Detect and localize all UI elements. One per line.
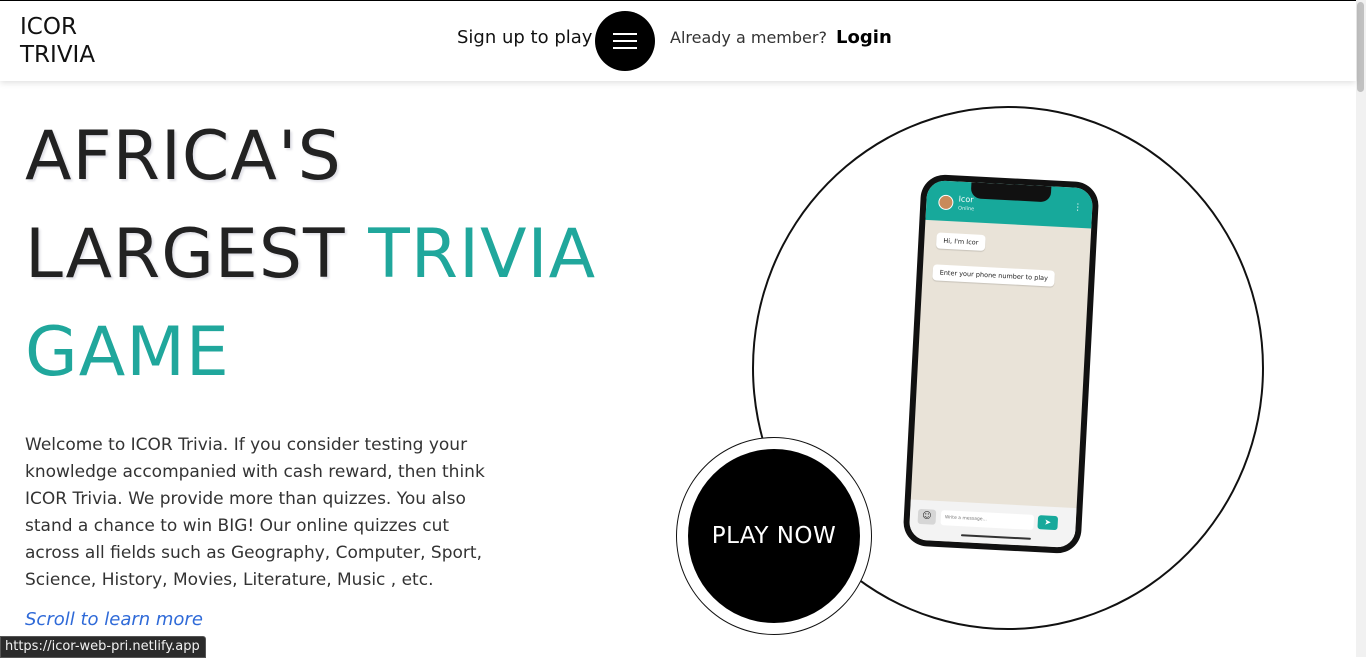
phone-screen: Icor Online ⋮ Hi, I'm Icor Enter your ph…	[908, 179, 1094, 549]
avatar	[938, 194, 954, 211]
kebab-menu-icon: ⋮	[1073, 202, 1083, 214]
headline-line-1: AFRICA'S	[25, 117, 342, 196]
signup-link[interactable]: Sign up to play	[457, 27, 592, 48]
link-status-url: https://icor-web-pri.netlify.app	[0, 636, 206, 658]
headline-line-2: LARGEST TRIVIA	[25, 206, 596, 304]
menu-button[interactable]	[595, 11, 655, 71]
scrollbar-thumb[interactable]	[1357, 2, 1364, 92]
hero-headline: AFRICA'S LARGEST TRIVIA GAME	[25, 108, 596, 402]
send-icon: ➤	[1037, 515, 1059, 531]
login-area: Already a member? Login	[670, 27, 892, 48]
emoji-icon: ☺	[917, 508, 937, 525]
login-link[interactable]: Login	[836, 27, 892, 48]
logo[interactable]: ICOR TRIVIA	[20, 13, 140, 69]
message-field: Write a message...	[940, 510, 1035, 530]
logo-line-1: ICOR	[20, 14, 77, 40]
play-now-button[interactable]: PLAY NOW	[688, 449, 860, 623]
chat-contact-status: Online	[957, 205, 975, 213]
intro-paragraph: Welcome to ICOR Trivia. If you consider …	[25, 435, 485, 590]
chat-contact-name: Icor	[958, 194, 974, 205]
hamburger-menu-icon	[613, 33, 637, 49]
chat-input-bar: ☺ Write a message... ➤	[908, 499, 1077, 549]
headline-word-trivia: TRIVIA	[368, 215, 597, 294]
chat-bubble: Hi, I'm Icor	[935, 232, 986, 252]
scroll-to-learn-link[interactable]: Scroll to learn more	[25, 609, 203, 630]
home-indicator	[960, 534, 1031, 540]
logo-line-2: TRIVIA	[20, 42, 96, 68]
headline-line-3: GAME	[25, 313, 230, 392]
chat-bubble: Enter your phone number to play	[932, 264, 1056, 287]
site-header: ICOR TRIVIA Sign up to play Already a me…	[0, 1, 1356, 81]
member-text: Already a member?	[670, 28, 827, 47]
headline-word-largest: LARGEST	[25, 215, 346, 294]
phone-mockup: Icor Online ⋮ Hi, I'm Icor Enter your ph…	[902, 173, 1100, 555]
scrollbar-track[interactable]	[1356, 0, 1366, 657]
